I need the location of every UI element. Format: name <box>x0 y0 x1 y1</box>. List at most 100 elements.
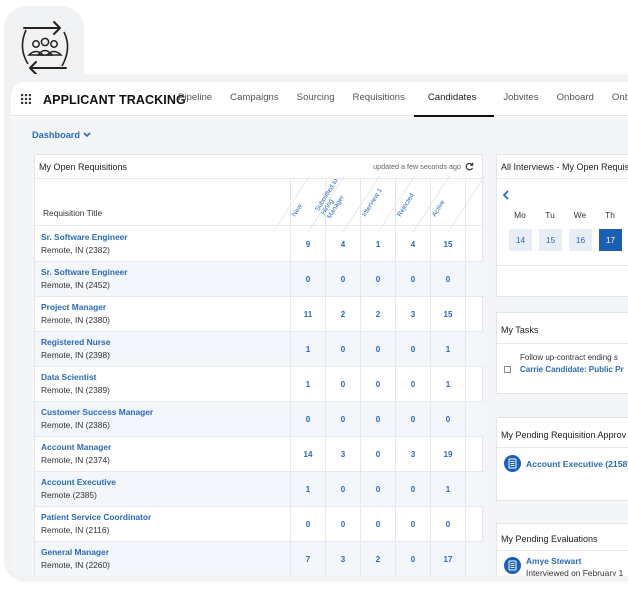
tab-onb[interactable]: Onb <box>603 82 628 116</box>
requisition-title-link[interactable]: General Manager <box>41 547 109 557</box>
cell-new[interactable]: 1 <box>290 472 325 507</box>
table-row: Customer Success Manager Remote, IN (2386… <box>35 402 484 437</box>
cell-submitted[interactable]: 0 <box>325 262 360 297</box>
cell-rejected[interactable]: 3 <box>395 297 430 332</box>
requisition-title-link[interactable]: Registered Nurse <box>41 337 110 347</box>
column-rejected[interactable]: Rejected <box>377 176 431 232</box>
requisition-title-link[interactable]: Sr. Software Engineer <box>41 267 128 277</box>
weekday-label: Mo <box>514 210 526 220</box>
cell-new[interactable]: 1 <box>290 332 325 367</box>
cell-new[interactable]: 11 <box>290 297 325 332</box>
chevron-left-icon[interactable] <box>502 190 510 200</box>
updated-text: updated a few seconds ago <box>373 162 461 171</box>
cell-active[interactable]: 0 <box>430 262 465 297</box>
cell-rejected[interactable]: 0 <box>395 472 430 507</box>
cell-submitted[interactable]: 0 <box>325 402 360 437</box>
cell-active[interactable]: 19 <box>430 437 465 472</box>
column-interview-1[interactable]: Interview 1 <box>342 176 396 232</box>
tab-sourcing[interactable]: Sourcing <box>288 82 344 116</box>
table-row: Project Manager Remote, IN (2380) 11 2 2 3 15 <box>35 297 484 332</box>
tab-candidates[interactable]: Candidates <box>413 82 495 117</box>
cell-new[interactable]: 0 <box>290 402 325 437</box>
tab-pipeline[interactable]: Pipeline <box>169 82 221 116</box>
task-candidate-link[interactable]: Carrie Candidate: Public Pr <box>520 365 624 374</box>
cell-active[interactable]: 1 <box>430 367 465 402</box>
cell-new[interactable]: 0 <box>290 507 325 542</box>
requisition-title-link[interactable]: Customer Success Manager <box>41 407 153 417</box>
cell-active[interactable]: 0 <box>430 402 465 437</box>
cell-interview-1[interactable]: 2 <box>360 297 395 332</box>
requisition-title-link[interactable]: Data Scientist <box>41 372 96 382</box>
requisition-title-link[interactable]: Account Executive <box>41 477 116 487</box>
table-row: Account Executive Remote (2385) 1 0 0 0 1 <box>35 472 484 507</box>
cell-submitted[interactable]: 3 <box>325 437 360 472</box>
requisition-title-link[interactable]: Sr. Software Engineer <box>41 232 128 242</box>
tab-onboard[interactable]: Onboard <box>548 82 603 116</box>
cell-new[interactable]: 9 <box>290 227 325 262</box>
column-spacer <box>447 176 485 232</box>
cell-active[interactable]: 1 <box>430 332 465 367</box>
team-cycle-icon <box>21 21 69 75</box>
grid-icon[interactable] <box>21 94 31 104</box>
cell-active[interactable]: 15 <box>430 297 465 332</box>
cell-interview-1[interactable]: 0 <box>360 332 395 367</box>
cell-active[interactable]: 1 <box>430 472 465 507</box>
tab-jobvites[interactable]: Jobvites <box>494 82 547 116</box>
task-checkbox[interactable] <box>504 366 511 373</box>
cell-new[interactable]: 7 <box>290 542 325 576</box>
cell-rejected[interactable]: 0 <box>395 402 430 437</box>
cell-interview-1[interactable]: 0 <box>360 472 395 507</box>
cell-rejected[interactable]: 0 <box>395 367 430 402</box>
calendar-date[interactable]: 15 <box>539 229 562 251</box>
dashboard-dropdown[interactable]: Dashboard <box>32 130 91 140</box>
tab-requisitions[interactable]: Requisitions <box>344 82 414 116</box>
calendar-date-today[interactable]: 17 <box>599 229 622 251</box>
cell-submitted[interactable]: 2 <box>325 297 360 332</box>
requisition-title-link[interactable]: Patient Service Coordinator <box>41 512 151 522</box>
requisition-title-link[interactable]: Account Manager <box>41 442 111 452</box>
cell-new[interactable]: 0 <box>290 262 325 297</box>
date-row: 14 15 16 17 <box>509 229 622 251</box>
cell-rejected[interactable]: 3 <box>395 437 430 472</box>
cell-submitted[interactable]: 0 <box>325 367 360 402</box>
cell-new[interactable]: 1 <box>290 367 325 402</box>
table-row: Account Manager Remote, IN (2374) 14 3 0 3 19 <box>35 437 484 472</box>
cell-interview-1[interactable]: 1 <box>360 227 395 262</box>
divider <box>497 265 628 266</box>
cell-rejected[interactable]: 0 <box>395 262 430 297</box>
cell-new[interactable]: 14 <box>290 437 325 472</box>
calendar-date[interactable]: 16 <box>569 229 592 251</box>
refresh-icon[interactable] <box>465 162 474 171</box>
cell-rejected[interactable]: 0 <box>395 507 430 542</box>
requisition-location: Remote, IN (2386) <box>41 420 110 430</box>
cell-spacer <box>465 402 484 437</box>
tab-campaigns[interactable]: Campaigns <box>221 82 288 116</box>
requisition-title-link[interactable]: Project Manager <box>41 302 106 312</box>
cell-interview-1[interactable]: 0 <box>360 507 395 542</box>
cell-submitted[interactable]: 0 <box>325 332 360 367</box>
approval-requisition-link[interactable]: Account Executive (2158) <box>526 459 628 469</box>
requisition-location: Remote, IN (2380) <box>41 315 110 325</box>
cell-interview-1[interactable]: 0 <box>360 367 395 402</box>
evaluation-candidate-link[interactable]: Amye Stewart <box>526 556 581 566</box>
cell-interview-1[interactable]: 0 <box>360 402 395 437</box>
cell-submitted[interactable]: 0 <box>325 507 360 542</box>
cell-spacer <box>465 332 484 367</box>
cell-active[interactable]: 0 <box>430 507 465 542</box>
calendar-date[interactable]: 14 <box>509 229 532 251</box>
cell-interview-1[interactable]: 0 <box>360 437 395 472</box>
cell-active[interactable]: 15 <box>430 227 465 262</box>
cell-interview-1[interactable]: 2 <box>360 542 395 576</box>
cell-rejected[interactable]: 0 <box>395 542 430 576</box>
cell-submitted[interactable]: 3 <box>325 542 360 576</box>
cell-active[interactable]: 17 <box>430 542 465 576</box>
column-submitted[interactable]: Submitted to Hiring Manager <box>307 176 361 232</box>
interviews-title: All Interviews - My Open Requis <box>501 162 628 172</box>
cell-submitted[interactable]: 0 <box>325 472 360 507</box>
cell-rejected[interactable]: 0 <box>395 332 430 367</box>
column-active[interactable]: Active <box>412 176 466 232</box>
document-list-icon <box>504 557 521 574</box>
cell-submitted[interactable]: 4 <box>325 227 360 262</box>
cell-interview-1[interactable]: 0 <box>360 262 395 297</box>
cell-rejected[interactable]: 4 <box>395 227 430 262</box>
